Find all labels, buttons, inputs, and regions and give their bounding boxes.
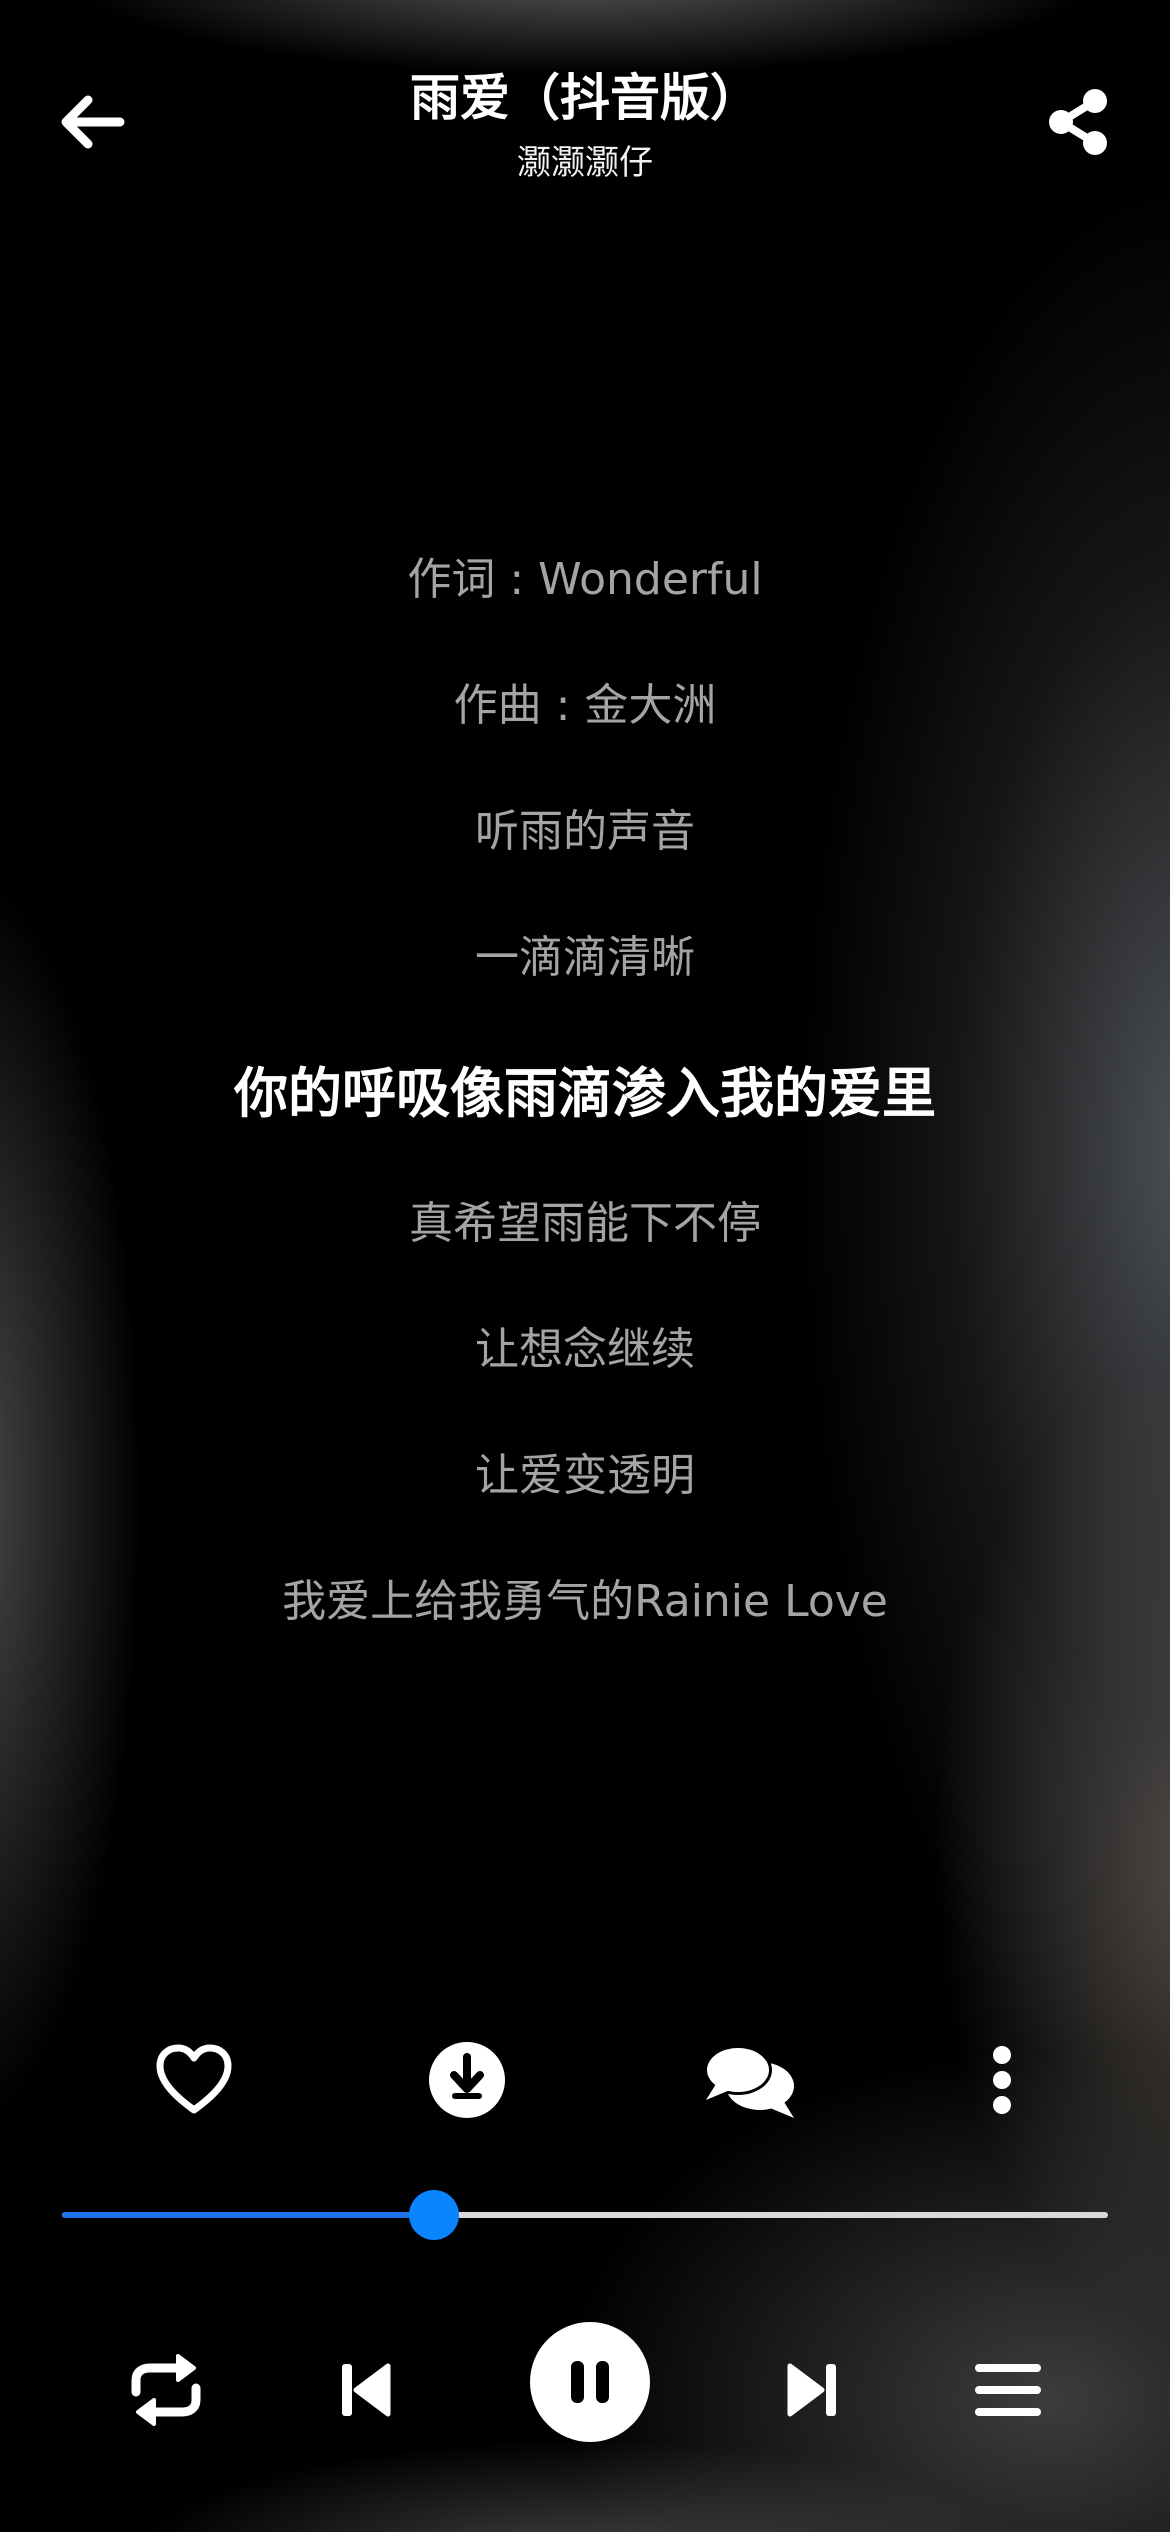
lyric-line[interactable]: 真希望雨能下不停 [100,1184,1070,1310]
player-screen: 雨爱（抖音版） 灏灏灏仔 作词 : Wonderful 作曲 : 金大洲 听雨的… [0,0,1170,2532]
lyric-line[interactable]: 让爱变透明 [100,1436,1070,1562]
lyric-line[interactable]: 让想念继续 [100,1310,1070,1436]
comments-button[interactable] [700,2030,800,2130]
more-vertical-icon [993,2046,1011,2114]
song-title: 雨爱（抖音版） [410,69,760,127]
previous-button[interactable] [306,2330,426,2450]
lyric-line-active[interactable]: 你的呼吸像雨滴渗入我的爱里 [100,1044,1070,1184]
playlist-icon [975,2364,1041,2416]
lyrics-list: 作词 : Wonderful 作曲 : 金大洲 听雨的声音 一滴滴清晰 你的呼吸… [100,540,1070,1688]
repeat-icon [131,2354,201,2426]
playlist-button[interactable] [948,2330,1068,2450]
repeat-button[interactable] [106,2330,226,2450]
play-pause-button[interactable] [530,2322,650,2442]
lyric-line[interactable]: 一滴滴清晰 [100,918,1070,1044]
heart-icon [156,2044,232,2114]
skip-next-icon [787,2363,836,2417]
download-icon [429,2042,505,2118]
skip-previous-icon [342,2363,391,2417]
back-button[interactable] [50,80,134,164]
share-button[interactable] [1036,80,1120,164]
next-button[interactable] [752,2330,872,2450]
artist-name: 灏灏灏仔 [517,143,653,183]
arrow-left-icon [61,95,125,149]
comments-icon [704,2045,794,2118]
download-button[interactable] [417,2030,517,2130]
like-button[interactable] [144,2030,244,2130]
lyric-line[interactable]: 作曲 : 金大洲 [100,666,1070,792]
progress-bar[interactable] [62,2190,1108,2240]
share-icon [1049,89,1107,155]
lyric-line[interactable]: 听雨的声音 [100,792,1070,918]
more-button[interactable] [952,2030,1052,2130]
lyric-line[interactable]: 我爱上给我勇气的Rainie Love [100,1562,1070,1688]
progress-played [62,2212,435,2218]
lyric-line[interactable]: 作词 : Wonderful [100,540,1070,666]
pause-icon [571,2361,609,2403]
